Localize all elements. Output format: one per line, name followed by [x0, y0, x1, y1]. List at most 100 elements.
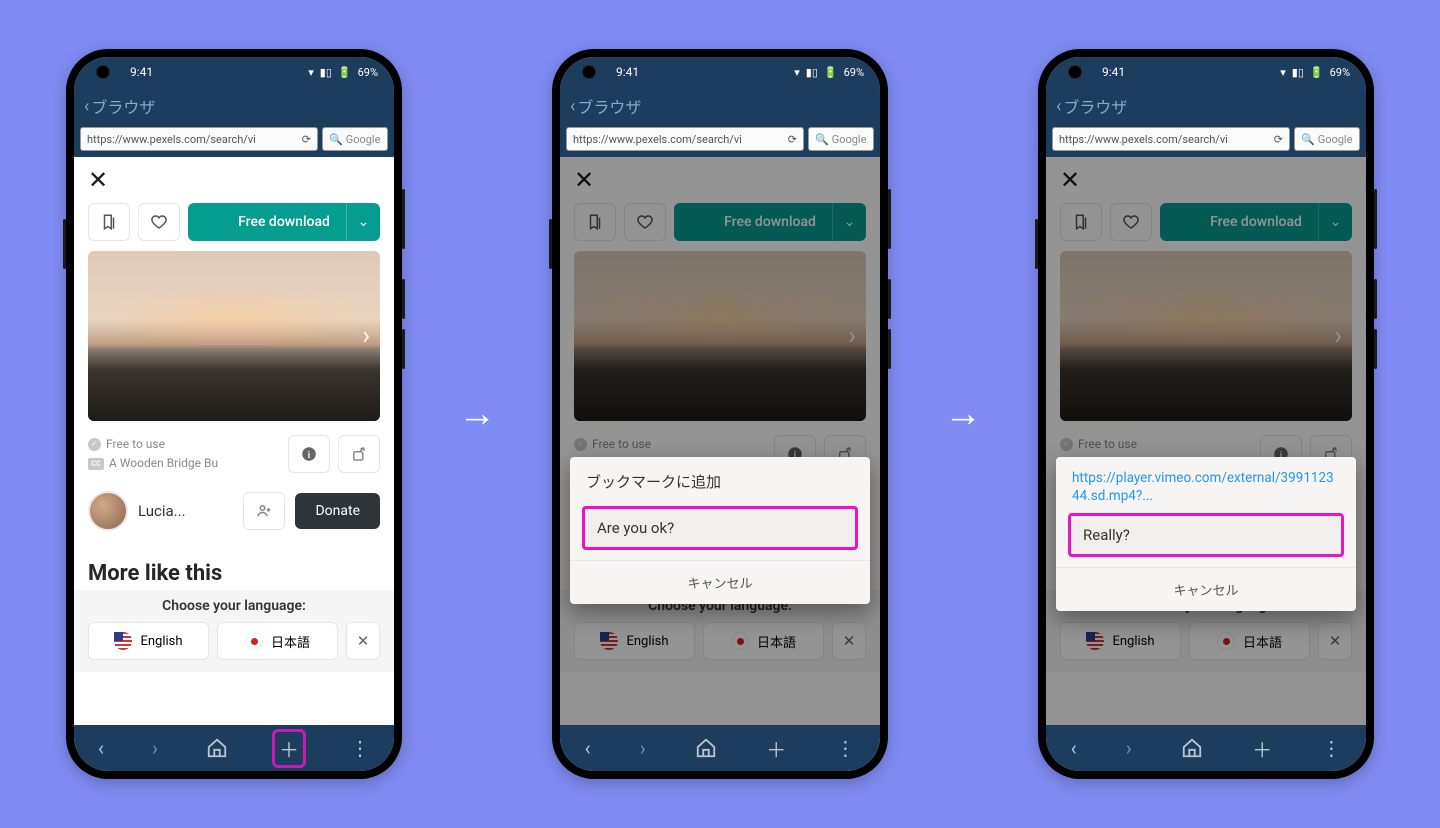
download-button[interactable]: Free download ⌄: [188, 203, 380, 241]
nav-home[interactable]: [1181, 737, 1203, 759]
dialog-cancel[interactable]: キャンセル: [570, 560, 870, 604]
reload-icon[interactable]: ⟳: [1274, 133, 1283, 146]
status-time: 9:41: [1102, 65, 1125, 79]
search-engine-label: Google: [1318, 133, 1353, 146]
language-japanese[interactable]: 日本語: [217, 622, 338, 660]
battery-pct: 69%: [1330, 66, 1350, 79]
next-icon[interactable]: ›: [362, 321, 370, 351]
nav-forward[interactable]: ›: [152, 736, 158, 760]
chevron-down-icon: ⌄: [358, 214, 370, 230]
url-row: https://www.pexels.com/search/vi ⟳ 🔍Googl…: [560, 125, 880, 157]
search-engine-label: Google: [832, 133, 867, 146]
page-content: ✕ Free download⌄ › ✓Free to useCCA Woode…: [560, 157, 880, 725]
dialog-link[interactable]: https://player.vimeo.com/external/399112…: [1056, 457, 1356, 507]
back-chevron-icon[interactable]: ‹: [84, 96, 89, 117]
phone-3: 9:41 ▾▮▯🔋69% ‹ブラウザ https://www.pexels.co…: [1038, 49, 1374, 779]
nav-add[interactable]: ＋: [1252, 734, 1272, 763]
nav-menu[interactable]: ⋮: [350, 736, 370, 760]
author-name[interactable]: Lucia...: [138, 502, 233, 520]
status-time: 9:41: [616, 65, 639, 79]
search-engine-box[interactable]: 🔍Google: [1294, 127, 1360, 151]
search-engine-box[interactable]: 🔍Google: [808, 127, 874, 151]
download-dropdown[interactable]: ⌄: [346, 203, 380, 241]
url-field[interactable]: https://www.pexels.com/search/vi ⟳: [80, 127, 318, 151]
dialog-input[interactable]: Are you ok?: [582, 506, 858, 550]
nav-add[interactable]: ＋: [766, 734, 786, 763]
nav-menu[interactable]: ⋮: [1321, 736, 1341, 760]
camera-hole: [96, 65, 110, 79]
follow-button[interactable]: [243, 492, 285, 530]
close-icon: ✕: [357, 632, 370, 650]
location-icon: ▾: [308, 66, 314, 79]
search-engine-box[interactable]: 🔍 Google: [322, 127, 388, 151]
status-bar: 9:41 ▾▮▯🔋69%: [560, 57, 880, 87]
arrow-icon: →: [944, 392, 982, 436]
app-title: ブラウザ: [91, 94, 155, 118]
nav-back[interactable]: ‹: [98, 736, 104, 760]
language-close[interactable]: ✕: [346, 622, 380, 660]
signal-icon: ▮▯: [1292, 66, 1304, 79]
home-icon: [1181, 737, 1203, 759]
donate-button[interactable]: Donate: [295, 493, 380, 529]
share-button[interactable]: [338, 435, 380, 473]
jp-flag-icon: [245, 632, 263, 650]
app-title: ブラウザ: [1063, 94, 1127, 118]
bottom-nav: ‹ › ＋ ⋮: [1046, 725, 1366, 771]
reload-icon[interactable]: ⟳: [788, 133, 797, 146]
like-button[interactable]: [138, 203, 180, 241]
check-icon: ✓: [88, 438, 101, 451]
share-icon: [350, 445, 368, 463]
svg-text:i: i: [308, 451, 310, 461]
dialog-cancel[interactable]: キャンセル: [1056, 567, 1356, 611]
nav-back[interactable]: ‹: [1071, 736, 1077, 760]
hero-image[interactable]: ›: [88, 251, 380, 421]
url-text: https://www.pexels.com/search/vi: [87, 133, 256, 146]
status-bar: 9:41 ▾▮▯🔋69%: [1046, 57, 1366, 87]
image-title: A Wooden Bridge Bu: [109, 454, 218, 473]
url-row: https://www.pexels.com/search/vi ⟳ 🔍Googl…: [1046, 125, 1366, 157]
search-icon: 🔍: [1301, 133, 1315, 146]
status-time: 9:41: [130, 65, 153, 79]
url-text: https://www.pexels.com/search/vi: [1059, 133, 1228, 146]
dialog-input[interactable]: Really?: [1068, 513, 1344, 557]
nav-menu[interactable]: ⋮: [835, 736, 855, 760]
close-icon[interactable]: ✕: [88, 166, 108, 194]
url-text: https://www.pexels.com/search/vi: [573, 133, 742, 146]
user-plus-icon: [255, 502, 273, 520]
home-icon: [695, 737, 717, 759]
reload-icon[interactable]: ⟳: [302, 133, 311, 146]
search-engine-label: Google: [346, 133, 381, 146]
back-chevron-icon[interactable]: ‹: [570, 96, 575, 117]
modal-overlay[interactable]: [1046, 157, 1366, 725]
camera-hole: [1068, 65, 1082, 79]
app-title: ブラウザ: [577, 94, 641, 118]
download-label: Free download: [238, 214, 330, 230]
status-right: ▾▮▯🔋69%: [1280, 66, 1350, 79]
nav-forward[interactable]: ›: [1126, 736, 1132, 760]
home-icon: [206, 737, 228, 759]
url-field[interactable]: https://www.pexels.com/search/vi ⟳: [1052, 127, 1290, 151]
nav-forward[interactable]: ›: [640, 736, 646, 760]
avatar[interactable]: [88, 491, 128, 531]
language-header: Choose your language:: [88, 598, 380, 614]
language-english[interactable]: English: [88, 622, 209, 660]
page-content: ✕ Free download ⌄ › ✓Free to use CCA Woo…: [74, 157, 394, 725]
us-flag-icon: [114, 632, 132, 650]
more-like-this-heading: More like this: [74, 535, 394, 590]
nav-home[interactable]: [695, 737, 717, 759]
page-content: ✕ Free download⌄ › ✓Free to useCCA Woode…: [1046, 157, 1366, 725]
nav-back[interactable]: ‹: [585, 736, 591, 760]
status-right: ▾ ▮▯ 🔋 69%: [308, 66, 378, 79]
nav-add[interactable]: ＋: [272, 729, 306, 768]
search-icon: 🔍: [329, 133, 343, 146]
info-button[interactable]: i: [288, 435, 330, 473]
location-icon: ▾: [794, 66, 800, 79]
modal-overlay[interactable]: [560, 157, 880, 725]
bookmark-button[interactable]: [88, 203, 130, 241]
bottom-nav: ‹ › ＋ ⋮: [560, 725, 880, 771]
url-field[interactable]: https://www.pexels.com/search/vi ⟳: [566, 127, 804, 151]
bookmark-icon: [100, 213, 118, 231]
back-chevron-icon[interactable]: ‹: [1056, 96, 1061, 117]
dialog-title: ブックマークに追加: [570, 457, 870, 500]
nav-home[interactable]: [206, 737, 228, 759]
